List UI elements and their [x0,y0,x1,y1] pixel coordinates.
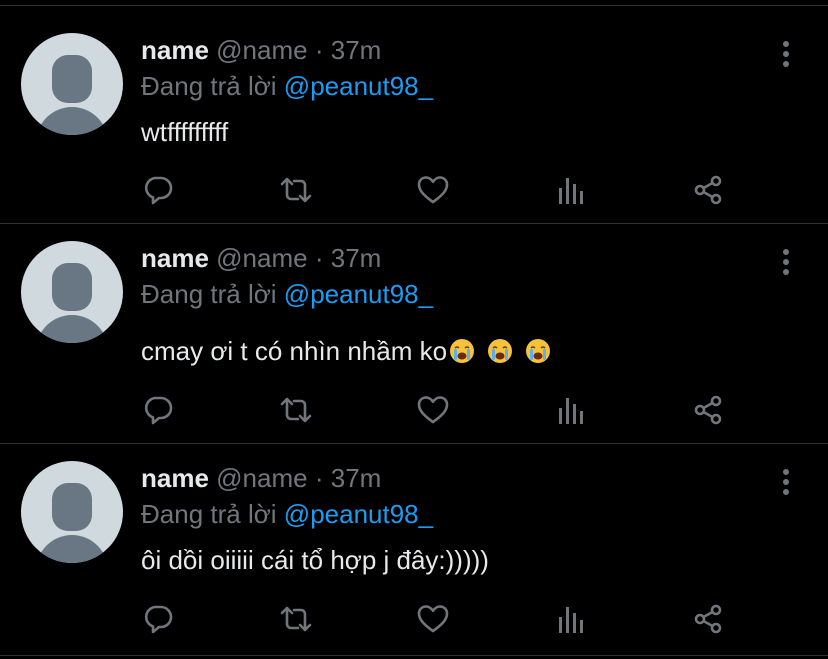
avatar-body-shape [36,535,108,563]
analytics-icon[interactable] [551,390,591,430]
tweet-text: wtfffffffff [141,117,229,147]
emoji-group [447,336,551,366]
user-handle[interactable]: @name [216,35,307,65]
tweet-header: name @name · 37m [141,463,381,493]
user-handle[interactable]: @name [216,243,307,273]
loudly-crying-face-emoji [488,339,513,363]
reply-mention-link[interactable]: @peanut98_ [284,71,433,101]
retweet-icon[interactable] [276,170,316,210]
share-icon[interactable] [688,390,728,430]
display-name[interactable]: name [141,463,209,493]
timestamp[interactable]: 37m [331,463,382,493]
reply-prefix: Đang trả lời [141,279,277,309]
tweet-text: ôi dồi oiiiii cái tổ hợp j đây:))))) [141,545,489,575]
heart-icon[interactable] [413,390,453,430]
loudly-crying-face-emoji [526,339,551,363]
avatar-head-shape [52,483,92,531]
more-options-icon[interactable] [774,247,798,277]
reply-icon[interactable] [138,170,178,210]
reply-prefix: Đang trả lời [141,71,277,101]
avatar[interactable] [21,241,123,343]
reply-context: Đang trả lời @peanut98_ [141,279,433,309]
tweet-actions [0,170,828,210]
loudly-crying-face-emoji [450,339,475,363]
retweet-icon[interactable] [276,390,316,430]
tweet-header: name @name · 37m [141,35,381,65]
tweet[interactable]: name @name · 37m Đang trả lời @peanut98_… [0,444,828,656]
heart-icon[interactable] [413,599,453,639]
analytics-icon[interactable] [551,599,591,639]
display-name[interactable]: name [141,35,209,65]
avatar-body-shape [36,107,108,135]
display-name[interactable]: name [141,243,209,273]
tweet-text: cmay ơi t có nhìn nhầm ko [141,336,448,366]
reply-context: Đang trả lời @peanut98_ [141,499,433,529]
analytics-icon[interactable] [551,170,591,210]
avatar-head-shape [52,55,92,103]
separator-dot: · [314,463,324,493]
reply-mention-link[interactable]: @peanut98_ [284,499,433,529]
share-icon[interactable] [688,599,728,639]
tweet-header: name @name · 37m [141,243,381,273]
tweet-text-line: cmay ơi t có nhìn nhầm ko [141,336,551,366]
reply-mention-link[interactable]: @peanut98_ [284,279,433,309]
reply-prefix: Đang trả lời [141,499,277,529]
user-handle[interactable]: @name [216,463,307,493]
reply-context: Đang trả lời @peanut98_ [141,71,433,101]
avatar[interactable] [21,33,123,135]
more-options-icon[interactable] [774,39,798,69]
avatar-head-shape [52,263,92,311]
share-icon[interactable] [688,170,728,210]
more-options-icon[interactable] [774,467,798,497]
timestamp[interactable]: 37m [331,35,382,65]
reply-icon[interactable] [138,599,178,639]
retweet-icon[interactable] [276,599,316,639]
tweet[interactable]: name @name · 37m Đang trả lời @peanut98_… [0,6,828,224]
avatar-body-shape [36,315,108,343]
timestamp[interactable]: 37m [331,243,382,273]
heart-icon[interactable] [413,170,453,210]
separator-dot: · [314,243,324,273]
tweet[interactable]: name @name · 37m Đang trả lời @peanut98_… [0,224,828,444]
avatar[interactable] [21,461,123,563]
separator-dot: · [314,35,324,65]
tweet-actions [0,390,828,430]
tweet-actions [0,599,828,639]
reply-icon[interactable] [138,390,178,430]
